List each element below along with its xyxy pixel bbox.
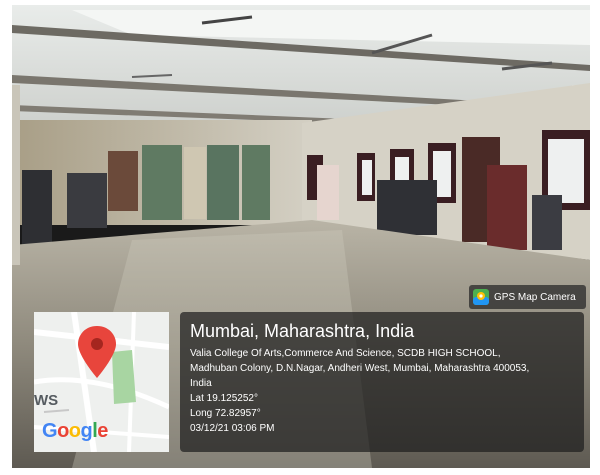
google-logo: Google [42,420,108,442]
timestamp: 03/12/21 03:06 PM [190,423,275,434]
gps-map-camera-icon [473,289,489,305]
location-info-panel: Mumbai, Maharashtra, India Valia College… [180,312,584,452]
gps-map-camera-badge: GPS Map Camera [469,285,586,309]
address-line-2: Madhuban Colony, D.N.Nagar, Andheri West… [190,363,530,374]
map-thumbnail: WS Google [34,312,169,452]
address-line-1: Valia College Of Arts,Commerce And Scien… [190,348,501,359]
longitude: Long 72.82957° [190,408,261,419]
latitude: Lat 19.125252° [190,393,258,404]
location-title: Mumbai, Maharashtra, India [190,321,415,341]
map-street-label: WS [34,392,59,409]
photo-frame: GPS Map Camera WS Google Mumbai, Maharas… [12,5,590,468]
address-line-3: India [190,378,212,389]
gps-map-camera-label: GPS Map Camera [494,291,576,303]
